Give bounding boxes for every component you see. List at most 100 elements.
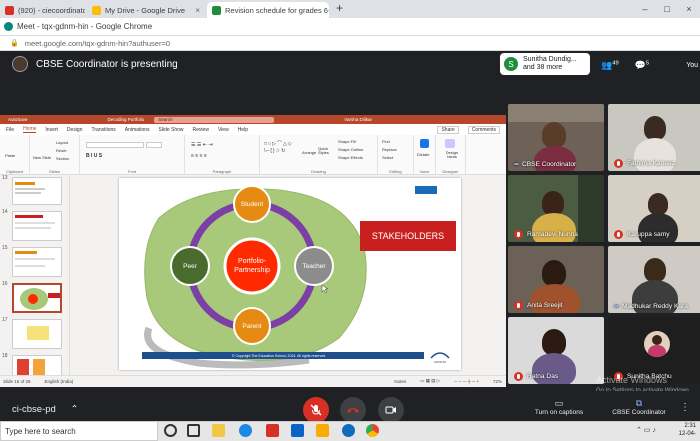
- edge-new-icon[interactable]: [342, 424, 355, 437]
- participant-tile[interactable]: ••• CBSE Coordinator: [508, 104, 604, 171]
- new-tab-button[interactable]: +: [336, 1, 343, 15]
- address-bar[interactable]: 🔒 meet.google.com/tqx-gdnm-hin?authuser=…: [0, 36, 700, 51]
- chat-button[interactable]: 💬5: [635, 60, 649, 71]
- footer-copyright: © Copyright The Education School, 2024. …: [232, 354, 326, 358]
- mic-toggle-button[interactable]: [303, 397, 329, 423]
- meeting-details-button[interactable]: ci-cbse-pd ⌃: [12, 404, 78, 415]
- shapes-gallery[interactable]: □○▷⌒△◇: [264, 140, 293, 147]
- more-options-button[interactable]: ⋮: [680, 402, 690, 413]
- close-icon[interactable]: ×: [191, 6, 200, 15]
- ppt-comments-button[interactable]: Comments: [467, 125, 500, 134]
- reset-button[interactable]: Reset: [56, 148, 66, 153]
- view-buttons[interactable]: ▭ ▦ ▤ ▷: [420, 378, 440, 384]
- autosave-toggle[interactable]: AutoSave: [8, 117, 28, 122]
- list-buttons[interactable]: ☰ ☰ ⇤ ⇥: [191, 142, 213, 148]
- participant-tile[interactable]: Ramadevi Nunna: [508, 175, 604, 242]
- dictate-button[interactable]: Dictate: [417, 152, 429, 157]
- people-icon: 👥: [601, 59, 613, 70]
- align-buttons[interactable]: ≡ ≡ ≡ ≡: [191, 153, 207, 159]
- participant-tile[interactable]: Fathima Kaneez: [608, 104, 700, 171]
- menu-transitions[interactable]: Transitions: [92, 127, 116, 133]
- participant-tile[interactable]: Karuppa samy: [608, 175, 700, 242]
- zoom-level[interactable]: 72%: [493, 379, 502, 384]
- zoom-slider[interactable]: ─ ─ ─ ┼ ─ +: [454, 379, 479, 384]
- taskbar-clock[interactable]: 2:31 12-04-: [679, 422, 696, 438]
- thumbnail-18[interactable]: [12, 355, 62, 375]
- menu-animations[interactable]: Animations: [125, 127, 150, 133]
- menu-design[interactable]: Design: [67, 127, 83, 133]
- tab-inbox[interactable]: (920) - ciecoordinator@i ×: [0, 2, 85, 18]
- thumbnail-16[interactable]: [12, 283, 62, 313]
- center-label-line1: Portfolio-: [238, 258, 267, 265]
- menu-file[interactable]: File: [6, 127, 14, 133]
- sticky-notes-icon[interactable]: [316, 424, 329, 437]
- participant-tile[interactable]: Ratna Das: [508, 317, 604, 384]
- slide-thumbnails: 13 14 15 16 17 18: [0, 175, 70, 375]
- paste-button[interactable]: Paste: [5, 153, 15, 158]
- taskbar-search-input[interactable]: Type here to search: [0, 421, 158, 441]
- menu-home[interactable]: Home: [23, 126, 37, 133]
- shape-outline-button[interactable]: Shape Outline: [338, 147, 363, 152]
- shape-effects-button[interactable]: Shape Effects: [338, 155, 363, 160]
- find-button[interactable]: Find: [382, 139, 390, 144]
- select-button[interactable]: Select: [382, 155, 393, 160]
- shape-fill-button[interactable]: Shape Fill: [338, 139, 356, 144]
- thumbnail-14[interactable]: [12, 211, 62, 241]
- chat-icon: 💬: [634, 59, 646, 70]
- ribbon-font: B I U S Font: [80, 135, 185, 175]
- camera-toggle-button[interactable]: [378, 397, 404, 423]
- new-slide-button[interactable]: New Slide: [33, 155, 51, 160]
- app-icon[interactable]: [266, 424, 279, 437]
- layout-button[interactable]: Layout: [56, 140, 68, 145]
- file-explorer-icon[interactable]: [212, 424, 225, 437]
- system-tray-icons[interactable]: ⌃ ▭ ♪: [636, 426, 656, 434]
- tab-revision-schedule[interactable]: Revision schedule for grades 6- ×: [207, 2, 329, 18]
- menu-view[interactable]: View: [218, 127, 229, 133]
- bold-button[interactable]: B I U S: [86, 153, 102, 159]
- slide-canvas[interactable]: Portfolio- Partnership Student Peer Teac…: [119, 178, 461, 370]
- chrome-icon[interactable]: [366, 424, 379, 437]
- ppt-title-bar: AutoSave Decoding Portfolio Search Varsh…: [0, 115, 506, 124]
- outlook-icon[interactable]: [291, 424, 304, 437]
- close-window-button[interactable]: ×: [678, 0, 700, 18]
- cortana-icon[interactable]: [164, 424, 177, 437]
- quick-styles-button[interactable]: Quick Styles: [318, 147, 332, 155]
- notes-button[interactable]: Notes: [394, 379, 406, 384]
- participant-tile[interactable]: Anita Sreejit: [508, 246, 604, 313]
- font-name-box[interactable]: [86, 142, 144, 148]
- font-size-box[interactable]: [146, 142, 162, 148]
- replace-button[interactable]: Replace: [382, 147, 397, 152]
- presentation-button[interactable]: ⧉ CBSE Coordinator: [606, 398, 672, 416]
- captions-button[interactable]: ▭ Turn on captions: [530, 398, 588, 416]
- dictate-icon[interactable]: [420, 139, 429, 148]
- ppt-share-button[interactable]: Share: [437, 125, 459, 134]
- joined-notification[interactable]: S Sunitha Dundig... and 38 more: [500, 53, 590, 75]
- stakeholders-label: STAKEHOLDERS: [372, 231, 444, 241]
- camera-icon: [385, 406, 396, 414]
- design-ideas-button[interactable]: Design Ideas: [441, 151, 463, 159]
- design-ideas-icon[interactable]: [445, 139, 455, 148]
- top-right-icons: 👥49 💬5 You: [595, 55, 700, 75]
- edge-icon[interactable]: [239, 424, 252, 437]
- tab-drive[interactable]: My Drive - Google Drive ×: [87, 2, 205, 18]
- menu-insert[interactable]: Insert: [45, 127, 58, 133]
- participant-tile[interactable]: Sunitha Batchu: [608, 317, 700, 384]
- arrange-button[interactable]: Arrange: [302, 150, 316, 155]
- thumbnail-13[interactable]: [12, 177, 62, 205]
- leave-call-button[interactable]: [340, 397, 366, 423]
- maximize-button[interactable]: □: [656, 0, 678, 18]
- presenting-banner: CBSE Coordinator is presenting: [0, 51, 500, 77]
- menu-review[interactable]: Review: [193, 127, 209, 133]
- participant-tile[interactable]: ••• Madhukar Reddy Kara: [608, 246, 700, 313]
- url-text[interactable]: meet.google.com/tqx-gdnm-hin?authuser=0: [25, 39, 170, 48]
- thumbnail-15[interactable]: [12, 247, 62, 277]
- thumbnail-17[interactable]: [12, 319, 62, 349]
- task-view-icon[interactable]: [187, 424, 200, 437]
- people-button[interactable]: 👥49: [601, 60, 619, 71]
- section-button[interactable]: Section: [56, 156, 69, 161]
- menu-slide-show[interactable]: Slide Show: [159, 127, 184, 133]
- minimize-button[interactable]: –: [634, 0, 656, 18]
- gmail-icon: [5, 5, 14, 15]
- menu-help[interactable]: Help: [238, 127, 248, 133]
- ppt-search-input[interactable]: Search: [154, 116, 275, 123]
